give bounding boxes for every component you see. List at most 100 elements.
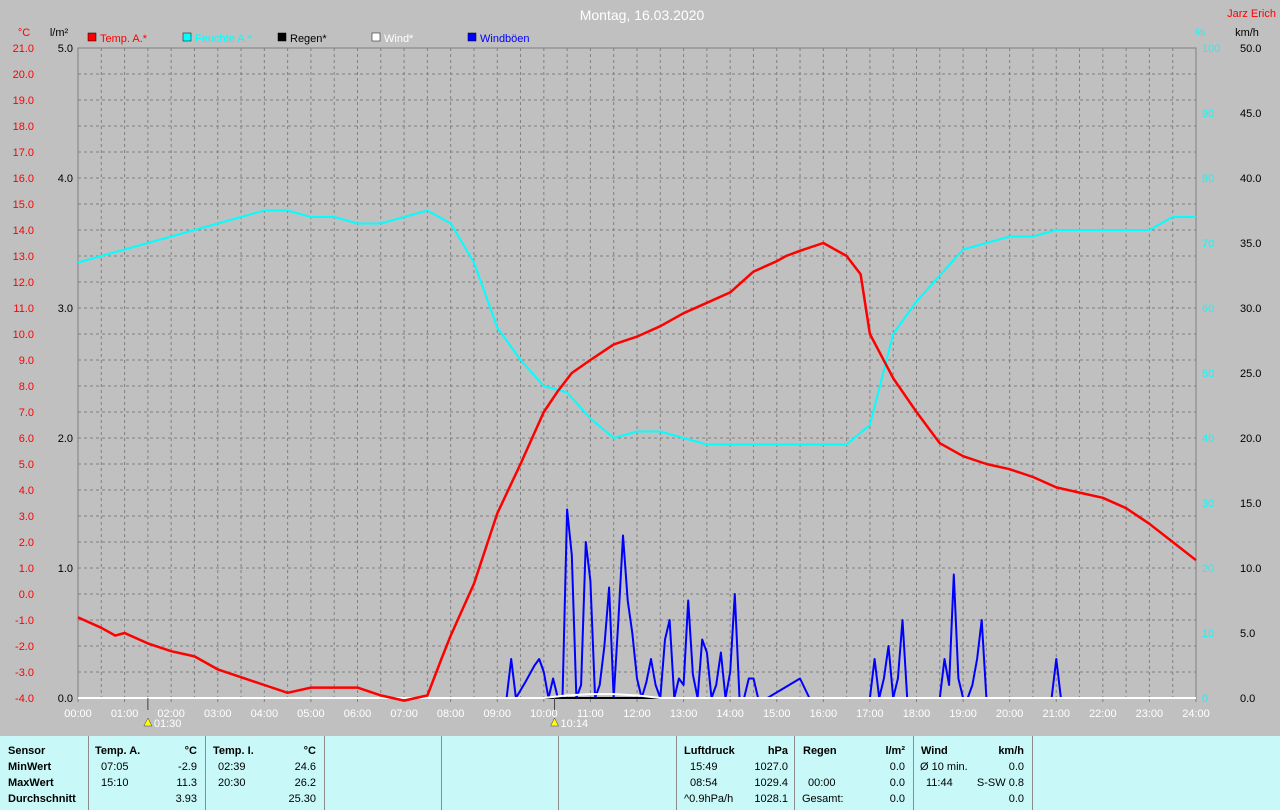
x-tick-label: 12:00 [623, 708, 651, 720]
humidity-tick-label: 40 [1202, 433, 1214, 445]
humidity-tick-label: 80 [1202, 173, 1214, 185]
x-tick-label: 22:00 [1089, 708, 1117, 720]
temp-tick-label: 15.0 [13, 199, 34, 211]
legend-swatch [467, 32, 477, 42]
x-tick-label: 15:00 [763, 708, 791, 720]
wind-tick-label: 25.0 [1240, 368, 1261, 380]
x-tick-label: 23:00 [1136, 708, 1164, 720]
legend-label: Regen* [290, 33, 327, 45]
rain-header: Regen [803, 745, 837, 757]
x-tick-label: 13:00 [670, 708, 698, 720]
rain-tick-label: 3.0 [58, 303, 73, 315]
temp-tick-label: 13.0 [13, 251, 34, 263]
humidity-tick-label: 30 [1202, 498, 1214, 510]
rain-tick-label: 4.0 [58, 173, 73, 185]
wind-tick-label: 15.0 [1240, 498, 1261, 510]
rain-first-val: 0.0 [889, 761, 905, 773]
temp-tick-label: -1.0 [15, 615, 34, 627]
temp-tick-label: 1.0 [19, 563, 34, 575]
x-tick-label: 20:00 [996, 708, 1024, 720]
x-tick-label: 18:00 [903, 708, 931, 720]
humidity-tick-label: 0 [1202, 693, 1208, 705]
temp-tick-label: 5.0 [19, 459, 34, 471]
wind-tick-label: 0.0 [1240, 693, 1255, 705]
temp-tick-label: 17.0 [13, 147, 34, 159]
x-tick-label: 03:00 [204, 708, 232, 720]
pressure-unit: hPa [767, 745, 788, 757]
x-tick-label: 00:00 [64, 708, 92, 720]
temp-tick-label: 21.0 [13, 43, 34, 55]
temp-tick-label: 20.0 [13, 69, 34, 81]
x-tick-label: 05:00 [297, 708, 325, 720]
temp-axis-unit: °C [18, 27, 30, 39]
wind-axis-unit: km/h [1235, 27, 1259, 39]
marker-label: 10:14 [561, 718, 589, 730]
col-row-labels: Sensor MinWert MaxWert Durchschnitt [0, 736, 89, 810]
temp-tick-label: 0.0 [19, 589, 34, 601]
col-temp-i: Temp. I. °C 02:39 24.6 20:30 26.2 25.30 [206, 736, 325, 810]
marker-label: 01:30 [154, 718, 182, 730]
pressure-trend-label: ^0.9hPa/h [684, 793, 734, 805]
temp-a-min-time: 07:05 [101, 761, 129, 773]
wind-max-dir-val: S-SW 0.8 [976, 777, 1024, 789]
x-tick-label: 01:00 [111, 708, 139, 720]
temp-i-unit: °C [303, 745, 316, 757]
humidity-tick-label: 70 [1202, 238, 1214, 250]
wind-tick-label: 40.0 [1240, 173, 1261, 185]
legend-swatch [87, 32, 97, 42]
temp-tick-label: -2.0 [15, 641, 34, 653]
x-tick-label: 04:00 [251, 708, 279, 720]
temp-tick-label: 3.0 [19, 511, 34, 523]
temp-tick-label: 16.0 [13, 173, 34, 185]
humidity-tick-label: 100 [1202, 43, 1220, 55]
temp-a-max-val: 11.3 [176, 777, 197, 789]
temp-i-min-val: 24.6 [294, 761, 316, 773]
wind-unit: km/h [998, 745, 1024, 757]
temp-tick-label: 10.0 [13, 329, 34, 341]
legend-label: Temp. A.* [100, 33, 148, 45]
temp-tick-label: 4.0 [19, 485, 34, 497]
statistics-table: Sensor MinWert MaxWert Durchschnitt Temp… [0, 736, 1280, 810]
rain-tick-label: 1.0 [58, 563, 73, 575]
x-tick-label: 09:00 [483, 708, 511, 720]
temp-tick-label: 8.0 [19, 381, 34, 393]
temp-i-max-val: 26.2 [294, 777, 316, 789]
col-empty-3 [559, 736, 677, 810]
x-tick-label: 21:00 [1042, 708, 1070, 720]
wind-tick-label: 5.0 [1240, 628, 1255, 640]
humidity-tick-label: 90 [1202, 108, 1214, 120]
x-tick-label: 14:00 [716, 708, 744, 720]
humidity-tick-label: 50 [1202, 368, 1214, 380]
rain-total-label: Gesamt: [802, 793, 844, 805]
temp-tick-label: 14.0 [13, 225, 34, 237]
legend-label: Windböen [480, 33, 530, 45]
x-tick-label: 19:00 [949, 708, 977, 720]
wind-last-val: 0.0 [1008, 793, 1024, 805]
legend-swatch [371, 32, 381, 42]
wind-tick-label: 20.0 [1240, 433, 1261, 445]
row-label-min: MinWert [8, 761, 52, 773]
wind-tick-label: 45.0 [1240, 108, 1261, 120]
temp-a-unit: °C [184, 745, 197, 757]
legend-swatch [277, 32, 287, 42]
pressure-min-time: 15:49 [690, 761, 718, 773]
wind-tick-label: 30.0 [1240, 303, 1261, 315]
humidity-tick-label: 60 [1202, 303, 1214, 315]
pressure-max-val: 1029.4 [754, 777, 788, 789]
temp-tick-label: -3.0 [15, 667, 34, 679]
col-wind: Wind km/h Ø 10 min. 0.0 11:44 S-SW 0.8 0… [914, 736, 1033, 810]
temp-a-header: Temp. A. [95, 745, 141, 757]
wind-tick-label: 10.0 [1240, 563, 1261, 575]
col-rain: Regen l/m² 0.0 00:00 0.0 Gesamt: 0.0 [795, 736, 914, 810]
row-label-avg: Durchschnitt [8, 793, 76, 805]
pressure-trend-val: 1028.1 [754, 793, 788, 805]
temp-tick-label: 6.0 [19, 433, 34, 445]
col-pressure: Luftdruck hPa 15:49 1027.0 08:54 1029.4 … [677, 736, 795, 810]
temp-tick-label: 9.0 [19, 355, 34, 367]
weather-chart: 00:00 01:00 02:00 03:00 04:00 05:00 06:00 07:00… [0, 0, 1280, 736]
author-label: Jarz Erich [1227, 8, 1276, 20]
chart-title: Montag, 16.03.2020 [580, 7, 705, 23]
temp-a-max-time: 15:10 [101, 777, 129, 789]
temp-a-min-val: -2.9 [178, 761, 197, 773]
x-tick-label: 08:00 [437, 708, 465, 720]
